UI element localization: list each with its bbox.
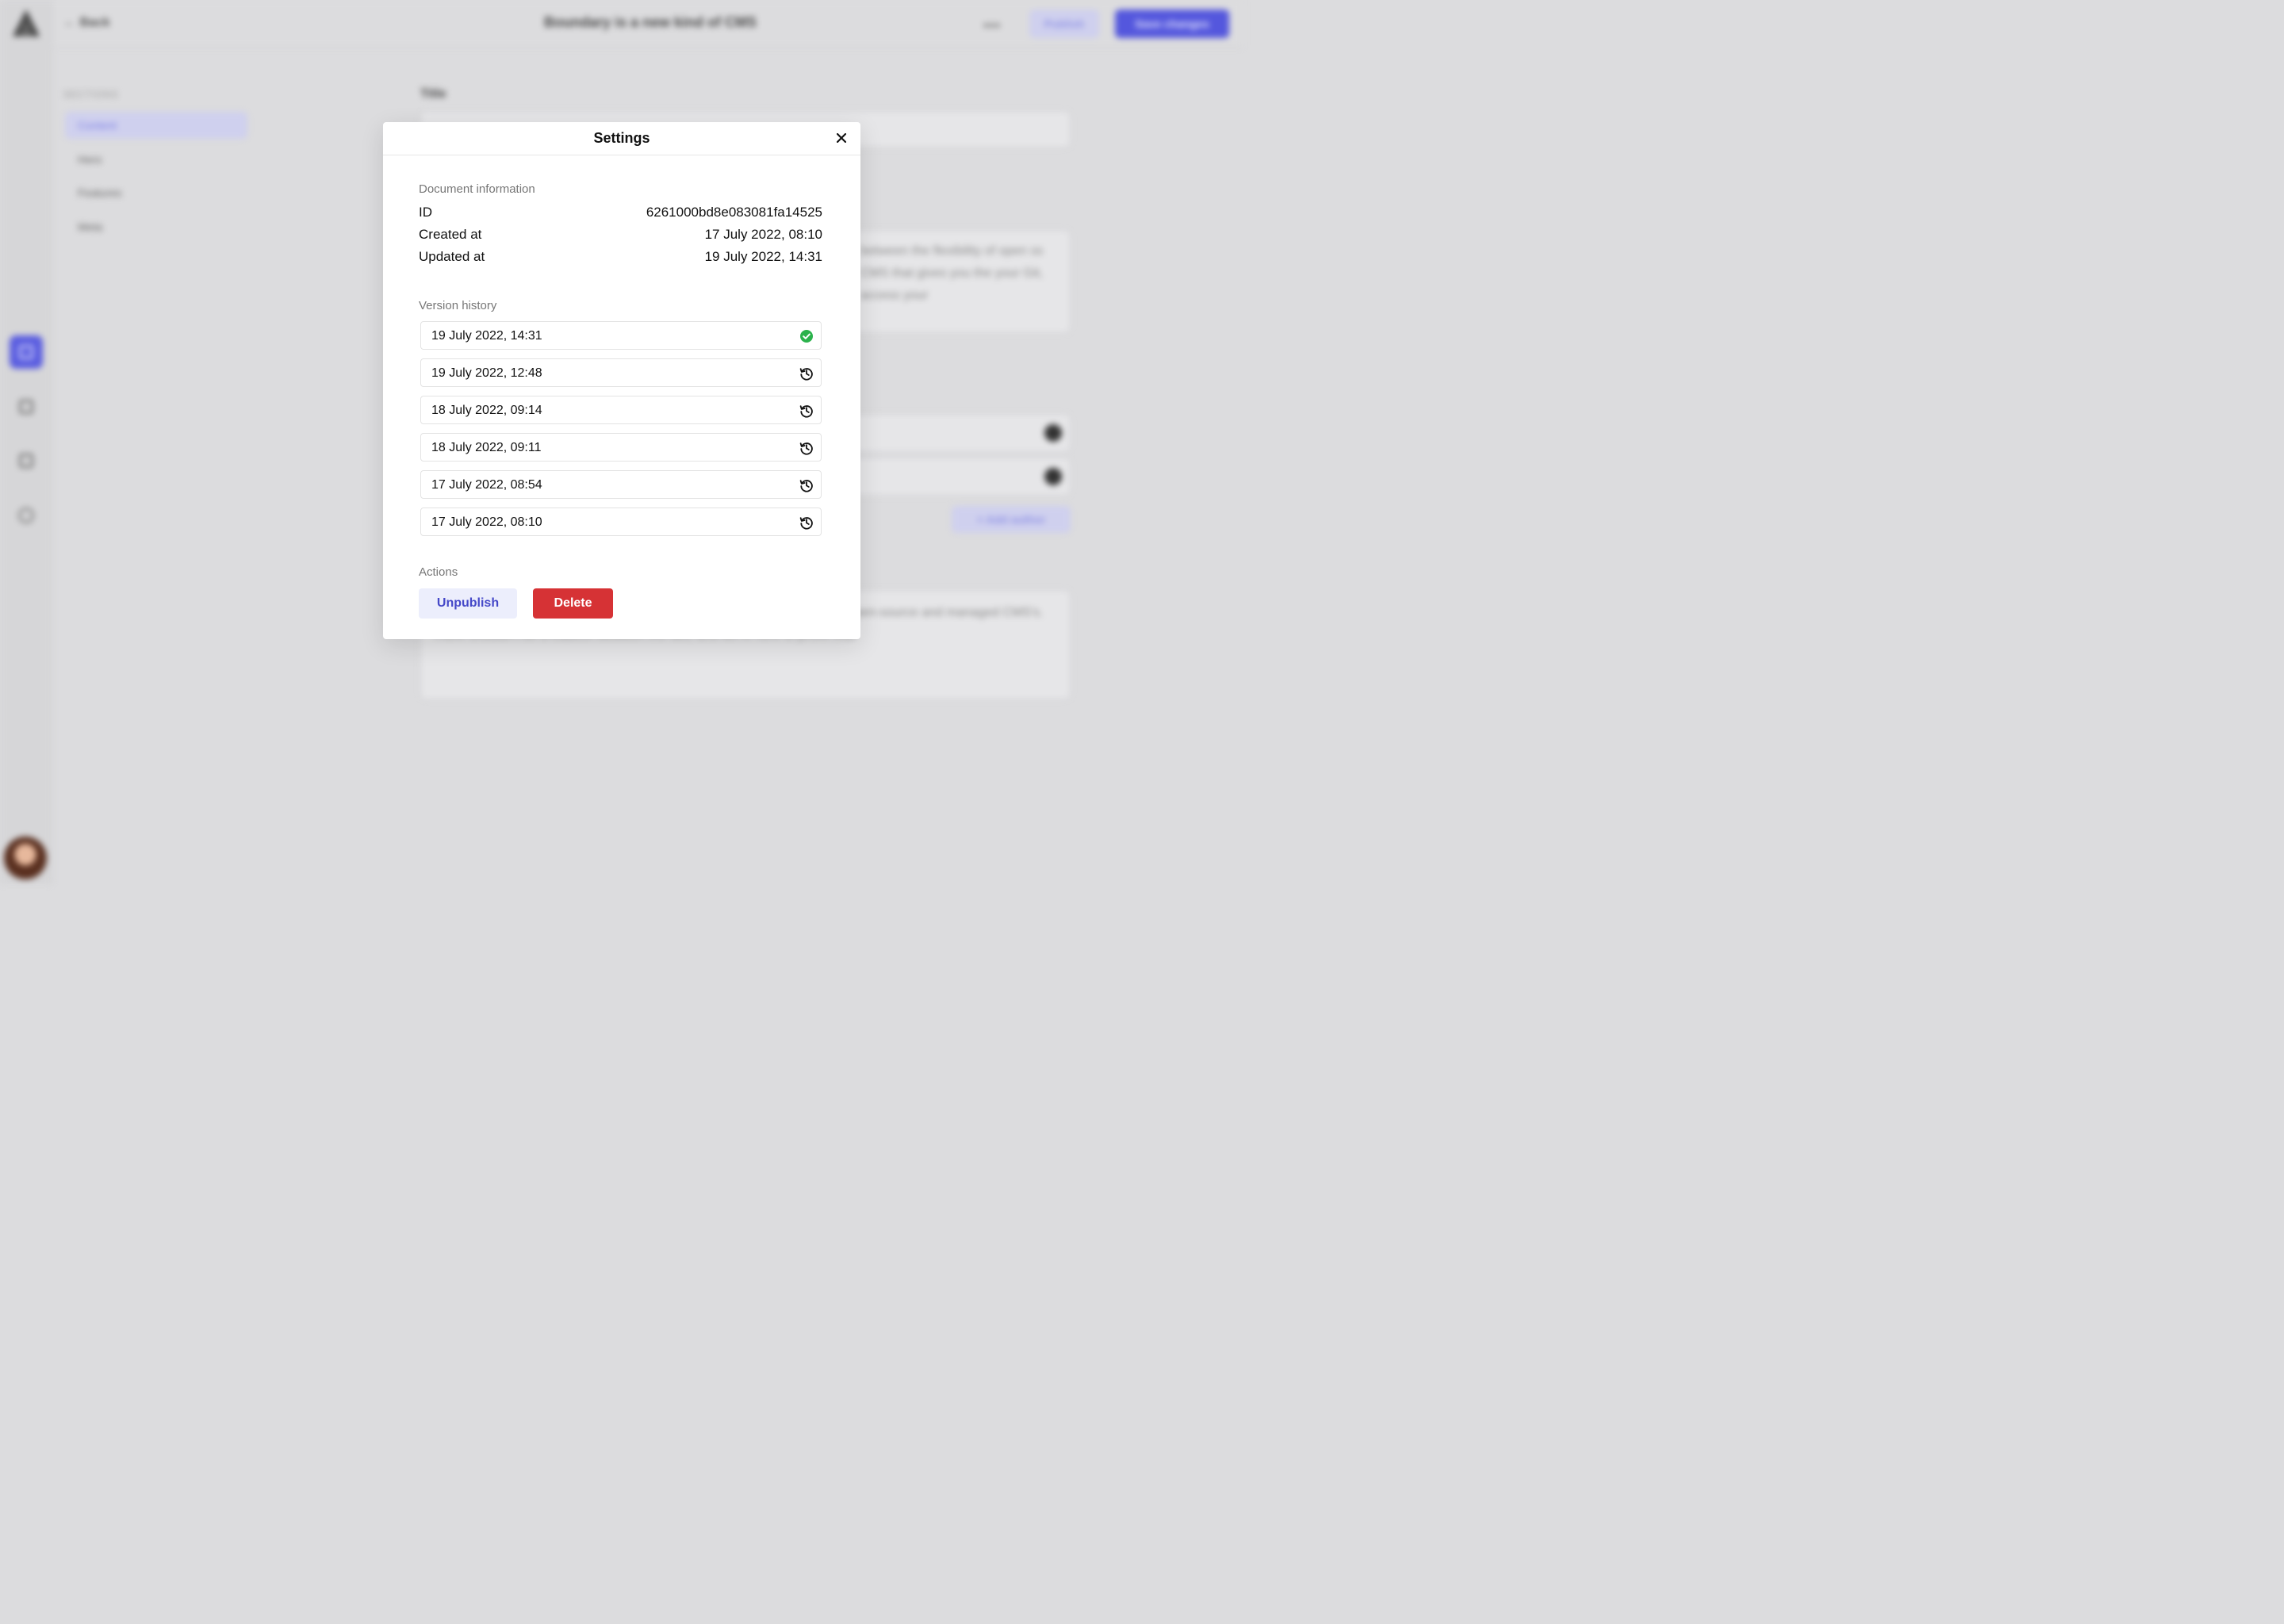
close-icon [837, 133, 846, 143]
info-value: 19 July 2022, 14:31 [704, 249, 822, 264]
close-button[interactable] [834, 130, 849, 146]
back-label: Back [79, 16, 110, 29]
document-information-label: Document information [419, 182, 535, 196]
history-icon[interactable] [799, 515, 814, 530]
section-item-hero[interactable]: Hero [65, 146, 247, 173]
version-date: 17 July 2022, 08:10 [431, 515, 542, 529]
version-history-label: Version history [419, 299, 497, 312]
layout-icon[interactable] [10, 390, 43, 423]
settings-icon[interactable] [10, 499, 43, 532]
document-title: Boundary is a new kind of CMS [544, 14, 757, 30]
version-item[interactable]: 18 July 2022, 09:14 [420, 396, 822, 424]
unpublish-button[interactable]: Unpublish [419, 588, 517, 619]
section-item-meta[interactable]: Meta [65, 213, 247, 240]
version-item[interactable]: 18 July 2022, 09:11 [420, 433, 822, 462]
version-date: 19 July 2022, 12:48 [431, 366, 542, 380]
info-value: 6261000bd8e083081fa14525 [646, 205, 822, 220]
settings-modal: Settings Document information ID 6261000… [383, 122, 860, 639]
info-row-updated-at: Updated at 19 July 2022, 14:31 [419, 249, 822, 266]
logo-icon [13, 10, 40, 36]
version-item[interactable]: 17 July 2022, 08:54 [420, 470, 822, 499]
section-item-features[interactable]: Features [65, 179, 247, 206]
history-icon[interactable] [799, 440, 814, 456]
check-circle-icon [800, 330, 813, 343]
history-icon[interactable] [799, 403, 814, 419]
section-item-content[interactable]: Content [65, 112, 247, 139]
info-value: 17 July 2022, 08:10 [704, 227, 822, 242]
actions-label: Actions [419, 565, 458, 579]
version-date: 18 July 2022, 09:11 [431, 441, 542, 454]
version-item[interactable]: 19 July 2022, 14:31 [420, 321, 822, 350]
remove-icon[interactable] [1044, 424, 1062, 442]
modal-header: Settings [383, 122, 860, 155]
more-icon[interactable]: ••• [983, 17, 1001, 34]
info-key: Created at [419, 227, 482, 242]
remove-icon[interactable] [1044, 468, 1062, 485]
title-label: Title [420, 87, 446, 101]
sections-heading: SECTIONS [63, 89, 119, 100]
publish-button[interactable]: Publish [1029, 10, 1099, 38]
documents-icon[interactable] [10, 335, 43, 369]
back-button[interactable]: ← Back [63, 16, 110, 30]
version-date: 19 July 2022, 14:31 [431, 329, 542, 343]
delete-button[interactable]: Delete [533, 588, 613, 619]
info-key: ID [419, 205, 432, 220]
edit-icon[interactable] [10, 444, 43, 477]
info-row-created-at: Created at 17 July 2022, 08:10 [419, 227, 822, 244]
description-text: between the flexibility of open ss CMS t… [860, 244, 1044, 302]
version-date: 17 July 2022, 08:54 [431, 478, 542, 492]
avatar[interactable] [4, 837, 47, 879]
version-date: 18 July 2022, 09:14 [431, 404, 542, 417]
info-row-id: ID 6261000bd8e083081fa14525 [419, 205, 822, 222]
history-icon[interactable] [799, 366, 814, 381]
version-item[interactable]: 19 July 2022, 12:48 [420, 358, 822, 387]
top-bar: ← Back Boundary is a new kind of CMS •••… [52, 0, 1244, 48]
history-icon[interactable] [799, 477, 814, 493]
nav-rail [0, 0, 52, 884]
add-author-button[interactable]: + Add author [952, 506, 1071, 533]
save-changes-button[interactable]: Save changes [1115, 10, 1229, 38]
info-key: Updated at [419, 249, 485, 264]
modal-title: Settings [593, 130, 650, 146]
arrow-left-icon: ← [63, 16, 76, 29]
version-item[interactable]: 17 July 2022, 08:10 [420, 508, 822, 536]
